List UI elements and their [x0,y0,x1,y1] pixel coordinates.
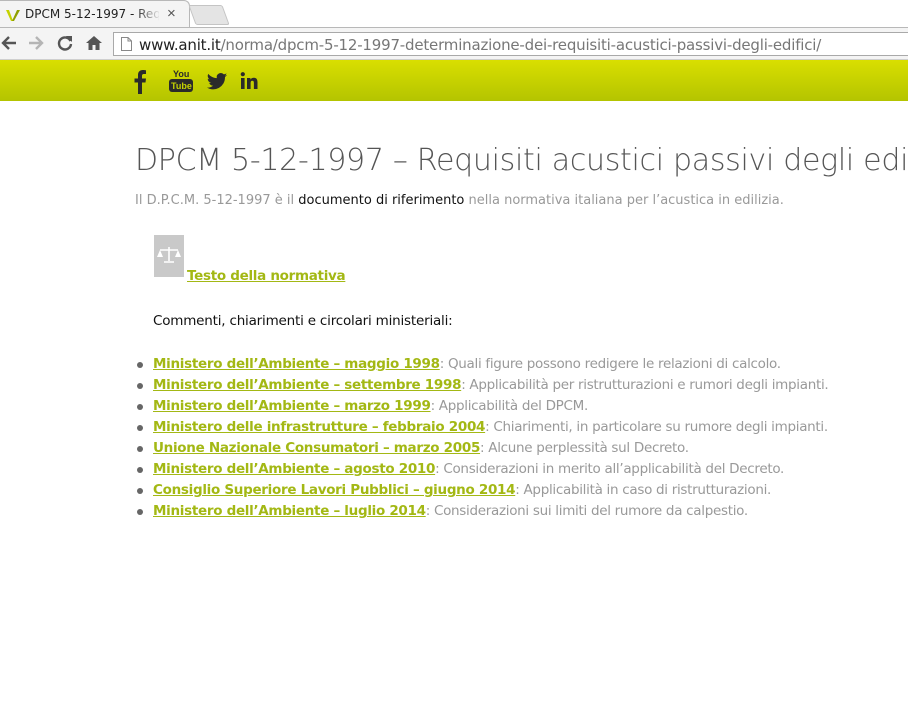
linkedin-icon[interactable] [240,68,258,94]
bullet [137,488,143,494]
comments-heading: Commenti, chiarimenti e circolari minist… [153,313,453,329]
item-description: : Alcune perplessità sul Decreto. [480,440,689,456]
item-description: : Chiarimenti, in particolare su rumore … [485,419,828,435]
item-link[interactable]: Ministero dell’Ambiente – marzo 1999 [153,398,431,414]
item-link[interactable]: Ministero dell’Ambiente – agosto 2010 [153,461,435,477]
reload-icon[interactable] [56,34,74,52]
youtube-bottom-text: Tube [171,81,192,91]
site-header: You Tube [0,60,908,101]
anit-favicon-icon [6,10,20,21]
browser-tabstrip: DPCM 5-12-1997 - Requisiti acustici pass… [0,0,908,28]
new-tab-button[interactable] [188,5,230,25]
address-bar[interactable]: www.anit.it/norma/dpcm-5-12-1997-determi… [113,32,908,56]
page-title: DPCM 5-12-1997 – Requisiti acustici pass… [135,143,908,178]
youtube-top-text: You [173,69,189,79]
browser-toolbar: www.anit.it/norma/dpcm-5-12-1997-determi… [0,27,908,60]
intro-text: Il D.P.C.M. 5-12-1997 è il documento di … [135,193,784,208]
item-description: : Applicabilità del DPCM. [430,398,589,414]
bullet [137,467,143,473]
item-link[interactable]: Ministero delle infrastrutture – febbrai… [153,419,485,435]
bullet [137,383,143,389]
scales-icon [154,235,184,277]
testo-normativa-link[interactable]: Testo della normativa [187,268,346,284]
facebook-icon[interactable] [133,68,147,94]
item-description: : Quali figure possono redigere le relaz… [439,356,781,372]
item-description: : Applicabilità in caso di ristrutturazi… [515,482,772,498]
scales-glyph-icon [157,247,181,263]
item-description: : Considerazioni in merito all’applicabi… [435,461,785,477]
twitter-icon[interactable] [206,68,228,94]
item-link[interactable]: Ministero dell’Ambiente – luglio 2014 [153,503,426,519]
bullet [137,425,143,431]
item-link[interactable]: Consiglio Superiore Lavori Pubblici – gi… [153,482,516,498]
browser-tab[interactable]: DPCM 5-12-1997 - Requisiti acustici pass… [0,0,190,27]
close-tab-icon[interactable]: × [167,5,176,23]
item-link[interactable]: Unione Nazionale Consumatori – marzo 200… [153,440,480,456]
intro-bold: documento di riferimento [298,193,465,208]
page-icon [121,37,132,51]
back-icon[interactable] [0,34,18,52]
bullet [137,509,143,515]
item-link[interactable]: Ministero dell’Ambiente – maggio 1998 [153,356,440,372]
item-description: : Applicabilità per ristrutturazioni e r… [461,377,829,393]
forward-icon[interactable] [27,34,45,52]
item-description: : Considerazioni sui limiti del rumore d… [425,503,748,519]
bullet [137,404,143,410]
url-text: www.anit.it/norma/dpcm-5-12-1997-determi… [139,36,822,54]
home-icon[interactable] [85,34,103,52]
item-link[interactable]: Ministero dell’Ambiente – settembre 1998 [153,377,461,393]
youtube-icon[interactable]: You Tube [168,68,194,94]
bullet [137,446,143,452]
bullet [137,362,143,368]
